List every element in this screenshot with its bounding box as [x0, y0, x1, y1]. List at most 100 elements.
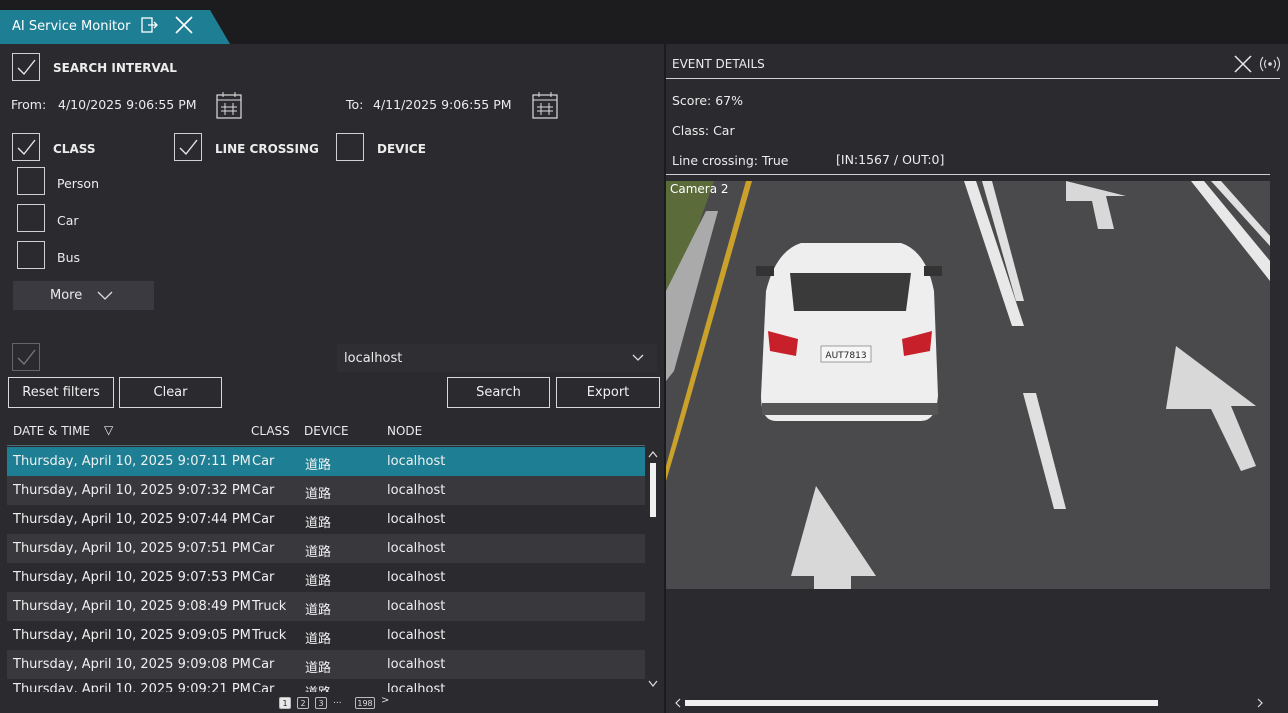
table-scrollbar-thumb[interactable]	[650, 463, 656, 517]
snapshot-scrollbar-thumb[interactable]	[685, 700, 1158, 706]
table-cell: Truck	[252, 628, 287, 643]
table-cell: Car	[252, 570, 275, 585]
more-label: More	[50, 288, 83, 303]
table-cell: Car	[252, 657, 275, 672]
pagination-ellipsis: ...	[333, 696, 342, 706]
tab-ai-service-monitor[interactable]: AI Service Monitor	[0, 10, 230, 44]
table-cell: Thursday, April 10, 2025 9:09:05 PM	[13, 628, 251, 643]
page-last-button[interactable]: 198	[355, 697, 375, 709]
to-calendar-icon[interactable]	[531, 90, 559, 120]
scroll-up-icon[interactable]	[648, 450, 658, 458]
event-details-title: EVENT DETAILS	[672, 57, 765, 71]
table-row[interactable]: Thursday, April 10, 2025 9:09:05 PM Truck…	[7, 621, 645, 650]
table-cell: 道路	[305, 632, 332, 647]
table-cell: 道路	[305, 545, 332, 560]
close-icon[interactable]	[174, 15, 194, 35]
table-row[interactable]: Thursday, April 10, 2025 9:07:51 PM Car 道路…	[7, 534, 645, 563]
scroll-down-icon[interactable]	[648, 680, 658, 688]
class-option-person-checkbox[interactable]	[17, 167, 45, 195]
table-cell: Thursday, April 10, 2025 9:07:44 PM	[13, 512, 251, 527]
line-crossing-checkbox[interactable]	[174, 133, 202, 161]
detach-icon[interactable]	[140, 16, 158, 34]
table-row[interactable]: Thursday, April 10, 2025 9:09:21 PMCar 道路…	[7, 679, 645, 692]
table-cell: localhost	[387, 483, 446, 498]
class-filter-checkbox[interactable]	[12, 133, 40, 161]
table-row[interactable]: Thursday, April 10, 2025 9:07:32 PM Car 道路…	[7, 476, 645, 505]
license-plate-text: AUT7813	[825, 351, 866, 361]
class-option-car-checkbox[interactable]	[17, 204, 45, 232]
class-option-car-label: Car	[57, 213, 79, 228]
camera-label: Camera 2	[670, 182, 729, 196]
search-interval-checkbox[interactable]	[12, 53, 40, 81]
table-cell: Car	[252, 483, 275, 498]
table-row[interactable]: Thursday, April 10, 2025 9:07:44 PM Car 道路…	[7, 505, 645, 534]
camera-snapshot[interactable]: AUT7813 Camera 2	[666, 181, 1270, 589]
sort-icon[interactable]: ▽	[104, 423, 113, 437]
header-device[interactable]: DEVICE	[304, 424, 349, 438]
tab-title: AI Service Monitor	[12, 19, 131, 34]
node-select[interactable]: localhost	[337, 344, 657, 372]
table-row[interactable]: Thursday, April 10, 2025 9:07:53 PM Car 道路…	[7, 563, 645, 592]
line-crossing-label: LINE CROSSING	[215, 142, 319, 156]
class-filter-label: CLASS	[53, 142, 96, 156]
search-interval-label: SEARCH INTERVAL	[53, 61, 177, 75]
table-cell: localhost	[387, 599, 446, 614]
table-cell: Thursday, April 10, 2025 9:09:21 PM	[13, 682, 251, 692]
from-value[interactable]: 4/10/2025 9:06:55 PM	[58, 97, 197, 112]
page-2-button[interactable]: 2	[297, 697, 309, 709]
header-class[interactable]: CLASS	[251, 424, 290, 438]
event-details-panel: EVENT DETAILS Score: 67% Class: Car Line…	[666, 44, 1288, 713]
score-text: Score: 67%	[672, 93, 743, 108]
class-option-bus-checkbox[interactable]	[17, 241, 45, 269]
from-calendar-icon[interactable]	[215, 90, 243, 120]
chevron-down-icon	[632, 354, 644, 361]
from-label: From:	[11, 97, 47, 112]
table-cell: localhost	[387, 512, 446, 527]
table-cell: Car	[252, 512, 275, 527]
table-cell: 道路	[305, 661, 332, 676]
check-icon	[17, 139, 36, 156]
table-cell: Thursday, April 10, 2025 9:07:51 PM	[13, 541, 251, 556]
table-cell: localhost	[387, 682, 446, 692]
table-cell: 道路	[305, 574, 332, 589]
reset-filters-button[interactable]: Reset filters	[8, 377, 114, 408]
header-date-time[interactable]: DATE & TIME	[13, 424, 90, 438]
table-row[interactable]: Thursday, April 10, 2025 9:07:11 PM Car 道路…	[7, 447, 645, 476]
table-cell: localhost	[387, 570, 446, 585]
table-row[interactable]: Thursday, April 10, 2025 9:09:08 PM Car 道路…	[7, 650, 645, 679]
device-filter-checkbox[interactable]	[336, 133, 364, 161]
clear-button[interactable]: Clear	[119, 377, 222, 408]
class-option-bus-label: Bus	[57, 250, 81, 265]
header-node[interactable]: NODE	[387, 424, 422, 438]
table-cell: Car	[252, 454, 275, 469]
to-label: To:	[346, 97, 364, 112]
class-option-person-label: Person	[57, 176, 100, 191]
table-cell: localhost	[387, 657, 446, 672]
export-button[interactable]: Export	[556, 377, 660, 408]
table-cell: Car	[252, 541, 275, 556]
table-cell: localhost	[387, 541, 446, 556]
scroll-left-icon[interactable]	[674, 698, 682, 708]
details-divider	[666, 78, 1280, 79]
check-icon	[17, 349, 36, 366]
details-divider-2	[666, 174, 1270, 175]
table-row[interactable]: Thursday, April 10, 2025 9:08:49 PM Truck…	[7, 592, 645, 621]
search-button[interactable]: Search	[447, 377, 550, 408]
node-select-value: localhost	[344, 351, 403, 366]
broadcast-icon[interactable]	[1259, 56, 1281, 72]
page-1-button[interactable]: 1	[279, 697, 291, 709]
more-button[interactable]: More	[13, 281, 154, 310]
line-crossing-text: Line crossing: True	[672, 153, 789, 168]
page-3-button[interactable]: 3	[315, 697, 327, 709]
to-value[interactable]: 4/11/2025 9:06:55 PM	[373, 97, 512, 112]
check-icon	[179, 139, 198, 156]
table-cell: 道路	[305, 487, 332, 502]
check-icon	[17, 59, 36, 76]
table-cell: 道路	[305, 516, 332, 531]
table-cell: Thursday, April 10, 2025 9:07:53 PM	[13, 570, 251, 585]
next-page-button[interactable]: >	[381, 695, 389, 706]
table-cell: localhost	[387, 454, 446, 469]
scroll-right-icon[interactable]	[1256, 698, 1264, 708]
chevron-down-icon	[97, 291, 113, 300]
close-icon[interactable]	[1233, 54, 1253, 74]
